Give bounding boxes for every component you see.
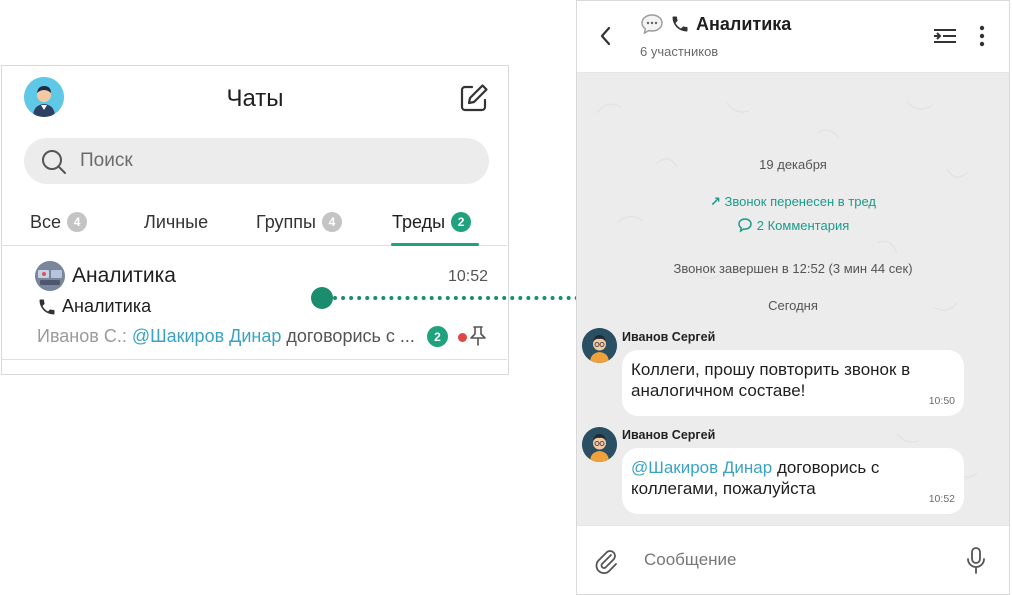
tab-label: Личные (144, 211, 209, 232)
message-time: 10:52 (928, 493, 955, 505)
connector-dot (311, 287, 333, 309)
back-button[interactable] (595, 23, 617, 49)
message-text: Коллеги, прошу повторить звонок в аналог… (631, 360, 911, 400)
tab-bar: Все 4 Личные Группы 4 Треды 2 (2, 198, 507, 246)
sender-avatar[interactable] (582, 427, 617, 462)
last-message-preview: Иванов С.: @Шакиров Динар договорись с .… (37, 326, 415, 347)
search-icon (42, 150, 66, 174)
arrow-up-right-icon: ↗ (710, 194, 721, 209)
paperclip-icon (595, 550, 617, 574)
message-author: Иванов Сергей (622, 428, 716, 442)
tab-label: Треды (392, 211, 446, 232)
thread-title: Аналитика (640, 13, 791, 35)
more-options-button[interactable] (975, 23, 989, 49)
thread-filter-button[interactable] (932, 25, 958, 47)
thread-title-text: Аналитика (696, 13, 792, 34)
edit-icon (460, 84, 488, 112)
tab-groups[interactable]: Группы 4 (256, 206, 342, 238)
active-tab-indicator (391, 243, 479, 246)
sender-avatar[interactable] (582, 328, 617, 363)
tab-all[interactable]: Все 4 (30, 206, 88, 238)
tab-badge: 2 (451, 212, 472, 232)
more-vertical-icon (979, 25, 985, 47)
message-feed[interactable]: 19 декабря ↗ Звонок перенесен в тред 2 К… (577, 73, 1009, 525)
tab-personal[interactable]: Личные (144, 206, 208, 238)
pin-icon (470, 326, 486, 346)
comments-link-text: 2 Комментария (756, 217, 850, 233)
preview-mention: @Шакиров Динар (131, 326, 282, 346)
search-placeholder: Поиск (80, 150, 133, 171)
tab-badge: 4 (321, 212, 342, 232)
message-bubble[interactable]: @Шакиров Динар договорись с коллегами, п… (622, 448, 964, 514)
tab-label: Все (30, 211, 62, 232)
page-title: Чаты (226, 85, 284, 112)
search-input[interactable]: Поиск (24, 138, 489, 184)
participants-count: 6 участников (640, 44, 719, 59)
call-ended-notice: Звонок завершен в 12:52 (3 мин 44 сек) (673, 261, 913, 276)
date-divider: 19 декабря (759, 157, 827, 172)
chat-avatar (35, 261, 65, 291)
preview-author: Иванов С.: (37, 326, 127, 346)
call-moved-notice: ↗ Звонок перенесен в тред (577, 194, 1009, 210)
voice-message-button[interactable] (964, 546, 988, 576)
microphone-icon (967, 547, 985, 574)
attach-button[interactable] (593, 547, 619, 575)
thread-header: Аналитика 6 участников (577, 1, 1009, 73)
preview-body: договорись с ... (286, 326, 415, 346)
chat-list-item[interactable]: Аналитика 10:52 Аналитика Иванов С.: @Ша… (2, 250, 507, 360)
chat-title: Аналитика (72, 264, 176, 287)
chat-time: 10:52 (447, 268, 488, 285)
comments-link[interactable]: 2 Комментария (737, 217, 850, 233)
call-moved-text: Звонок перенесен в тред (724, 194, 876, 209)
thread-panel: Аналитика 6 участников 19 декабря ↗ Звон… (576, 0, 1010, 595)
tab-badge: 4 (67, 212, 88, 232)
chat-list-panel: Чаты Поиск Все 4 Личные Группы 4 Треды 2 (1, 65, 509, 375)
tab-threads[interactable]: Треды 2 (392, 206, 472, 238)
message-time: 10:50 (928, 395, 955, 407)
tab-label: Группы (256, 211, 316, 232)
filter-list-icon (934, 29, 956, 43)
comment-icon (737, 218, 752, 233)
phone-icon (672, 16, 688, 32)
comments-row: 2 Комментария (577, 217, 1009, 236)
chat-subtitle: Аналитика (37, 296, 151, 317)
date-divider: Сегодня (768, 298, 818, 313)
message-composer: Сообщение (577, 525, 1009, 594)
phone-icon (39, 299, 55, 314)
unread-dot-indicator (458, 333, 467, 342)
message-mention[interactable]: @Шакиров Динар (631, 458, 772, 477)
compose-button[interactable] (458, 82, 490, 114)
chat-subtitle-text: Аналитика (62, 296, 152, 316)
message-input[interactable]: Сообщение (644, 550, 737, 570)
chevron-left-icon (600, 26, 611, 46)
chat-bubble-icon (641, 14, 663, 35)
message-bubble[interactable]: Коллеги, прошу повторить звонок в аналог… (622, 350, 964, 416)
connector-line (333, 296, 579, 300)
message-author: Иванов Сергей (622, 330, 716, 344)
unread-count-badge: 2 (427, 326, 448, 347)
